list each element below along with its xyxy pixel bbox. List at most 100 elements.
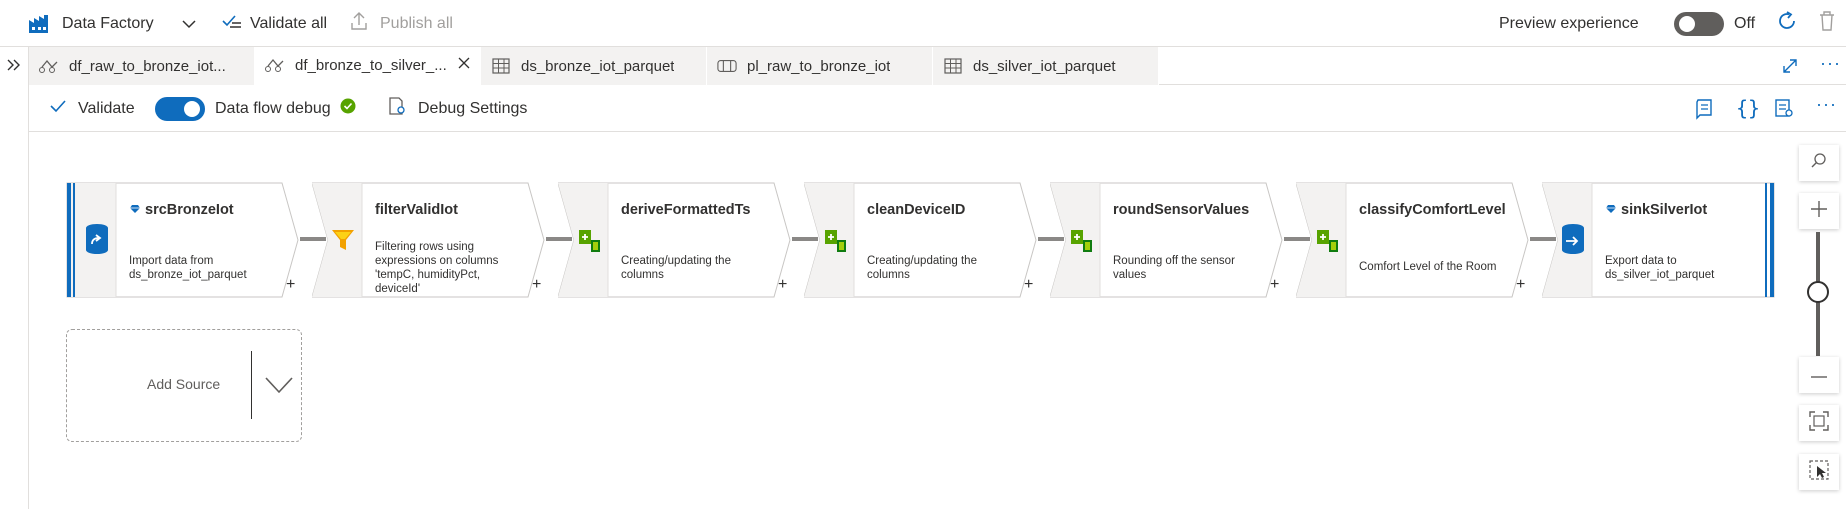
fit-to-screen-button[interactable] [1799, 405, 1839, 441]
validate-all-label: Validate all [250, 14, 328, 32]
zoom-slider-thumb[interactable] [1807, 281, 1829, 303]
node-title-text: cleanDeviceID [867, 202, 966, 218]
table-icon [943, 56, 963, 76]
tab-label: df_raw_to_bronze_iot... [69, 57, 226, 75]
close-icon[interactable] [458, 56, 470, 74]
diamond-icon [1605, 202, 1617, 218]
debug-settings-icon [388, 96, 406, 121]
node-description: Import data from ds_bronze_iot_parquet [129, 254, 274, 282]
script-icon[interactable] [1694, 98, 1714, 125]
validate-all-button[interactable]: Validate all [222, 0, 327, 47]
checkmark-icon [50, 99, 66, 118]
add-transform-button[interactable]: + [778, 276, 787, 294]
search-button[interactable] [1799, 145, 1839, 181]
preview-toggle-state: Off [1734, 14, 1756, 32]
node-desc-line: ds_bronze_iot_parquet [129, 269, 247, 281]
discard-button[interactable] [1817, 0, 1837, 47]
transform-node-cleanDeviceID[interactable]: cleanDeviceID Creating/updating the column… [804, 182, 1052, 298]
properties-icon[interactable] [1774, 98, 1794, 123]
trash-icon [1817, 10, 1837, 37]
publish-all-label: Publish all [380, 14, 453, 32]
tab-label: df_bronze_to_silver_... [295, 56, 447, 74]
node-title-text: roundSensorValues [1113, 202, 1250, 218]
data-flow-debug-label: Data flow debug [215, 99, 331, 117]
refresh-icon [1776, 10, 1798, 37]
data-factory-menu[interactable]: Data Factory [28, 0, 196, 47]
transform-node-sinkSilverIot[interactable]: sinkSilverIot Export data to ds_silver_iot… [1542, 182, 1790, 298]
add-transform-button[interactable]: + [286, 276, 295, 294]
transform-node-srcBronzeIot[interactable]: srcBronzeIot Import data from ds_bronze_io… [66, 182, 314, 298]
node-title-text: filterValidIot [375, 202, 458, 218]
add-transform-button[interactable]: + [1516, 276, 1525, 294]
node-title-text: deriveFormattedTs [621, 202, 751, 218]
chevron-down-icon[interactable] [264, 376, 294, 399]
node-desc-line: Creating/updating the [621, 255, 731, 267]
preview-experience-text: Preview experience [1499, 14, 1639, 32]
preview-experience-label: Preview experience [1499, 0, 1639, 47]
add-transform-button[interactable]: + [1024, 276, 1033, 294]
publish-all-button[interactable]: Publish all [350, 0, 453, 47]
node-description: Comfort Level of the Room [1359, 260, 1504, 274]
tab-ds-bronze-iot-parquet[interactable]: ds_bronze_iot_parquet [481, 47, 707, 85]
node-desc-line: Filtering rows using [375, 241, 475, 253]
transform-node-classifyComfortLevel[interactable]: classifyComfortLevel Comfort Level of the… [1296, 182, 1544, 298]
node-desc-line: expressions on columns [375, 255, 499, 267]
tab-df-raw-to-bronze[interactable]: df_raw_to_bronze_iot... [29, 47, 255, 85]
add-transform-button[interactable]: + [532, 276, 541, 294]
validate-label: Validate [78, 99, 135, 117]
node-title: classifyComfortLevel [1359, 202, 1506, 218]
derive-transform-icon [1313, 222, 1341, 256]
more-options-icon[interactable]: ··· [1816, 94, 1837, 115]
node-desc-line: Import data from [129, 255, 214, 267]
data-flow-debug-toggle[interactable]: Data flow debug [155, 85, 356, 132]
zoom-out-button[interactable] [1799, 357, 1839, 393]
node-title-text: srcBronzeIot [145, 202, 234, 218]
chevron-down-icon[interactable] [182, 16, 196, 32]
derive-transform-icon [575, 222, 603, 256]
more-icon[interactable]: ··· [1820, 53, 1841, 74]
node-desc-line: values [1113, 269, 1147, 281]
diamond-icon [129, 202, 141, 218]
code-braces-icon[interactable]: {} [1736, 96, 1760, 120]
table-icon [491, 56, 511, 76]
node-title: cleanDeviceID [867, 202, 965, 218]
node-description: Creating/updating the columns [621, 254, 766, 282]
node-desc-line: deviceId' [375, 283, 421, 295]
tab-label: pl_raw_to_bronze_iot [747, 57, 891, 75]
fit-screen-icon [1809, 410, 1829, 436]
refresh-button[interactable] [1776, 0, 1798, 47]
transform-node-roundSensorValues[interactable]: roundSensorValues Rounding off the sensor… [1050, 182, 1298, 298]
plus-icon [1810, 200, 1828, 223]
node-title-text: sinkSilverIot [1621, 202, 1708, 218]
dataflow-icon [39, 56, 59, 76]
derive-transform-icon [821, 222, 849, 256]
node-desc-line: ds_silver_iot_parquet [1605, 269, 1715, 281]
zoom-in-button[interactable] [1799, 193, 1839, 229]
expand-icon[interactable] [6, 58, 22, 77]
select-mode-button[interactable] [1799, 454, 1839, 490]
transform-node-deriveFormattedTs[interactable]: deriveFormattedTs Creating/updating the co… [558, 182, 806, 298]
sink-transform-icon [1559, 222, 1587, 256]
node-description: Filtering rows using expressions on colum… [375, 240, 520, 296]
node-desc-line: Rounding off the sensor [1113, 255, 1235, 267]
tab-label: ds_silver_iot_parquet [973, 57, 1116, 75]
transform-node-filterValidIot[interactable]: filterValidIot Filtering rows using expres… [312, 182, 560, 298]
node-description: Rounding off the sensor values [1113, 254, 1258, 282]
preview-toggle-switch[interactable] [1674, 11, 1724, 36]
maximize-icon[interactable] [1781, 57, 1799, 80]
tab-pl-raw-to-bronze[interactable]: pl_raw_to_bronze_iot [707, 47, 933, 85]
zoom-slider[interactable] [1807, 232, 1829, 356]
tab-df-bronze-to-silver[interactable]: df_bronze_to_silver_... [255, 47, 481, 85]
node-title: sinkSilverIot [1605, 202, 1707, 218]
debug-toggle-switch[interactable] [155, 96, 205, 121]
node-title: deriveFormattedTs [621, 202, 750, 218]
tab-ds-silver-iot-parquet[interactable]: ds_silver_iot_parquet [933, 47, 1159, 85]
validate-button[interactable]: Validate [50, 85, 135, 132]
preview-toggle[interactable]: Off [1674, 0, 1755, 47]
add-source-box[interactable]: Add Source [66, 329, 302, 442]
add-transform-button[interactable]: + [1270, 276, 1279, 294]
node-description: Export data to ds_silver_iot_parquet [1605, 254, 1750, 282]
upload-icon [350, 11, 368, 36]
debug-settings-button[interactable]: Debug Settings [388, 85, 527, 132]
command-bar: Validate Data flow debug Debug Settings … [29, 85, 1846, 132]
